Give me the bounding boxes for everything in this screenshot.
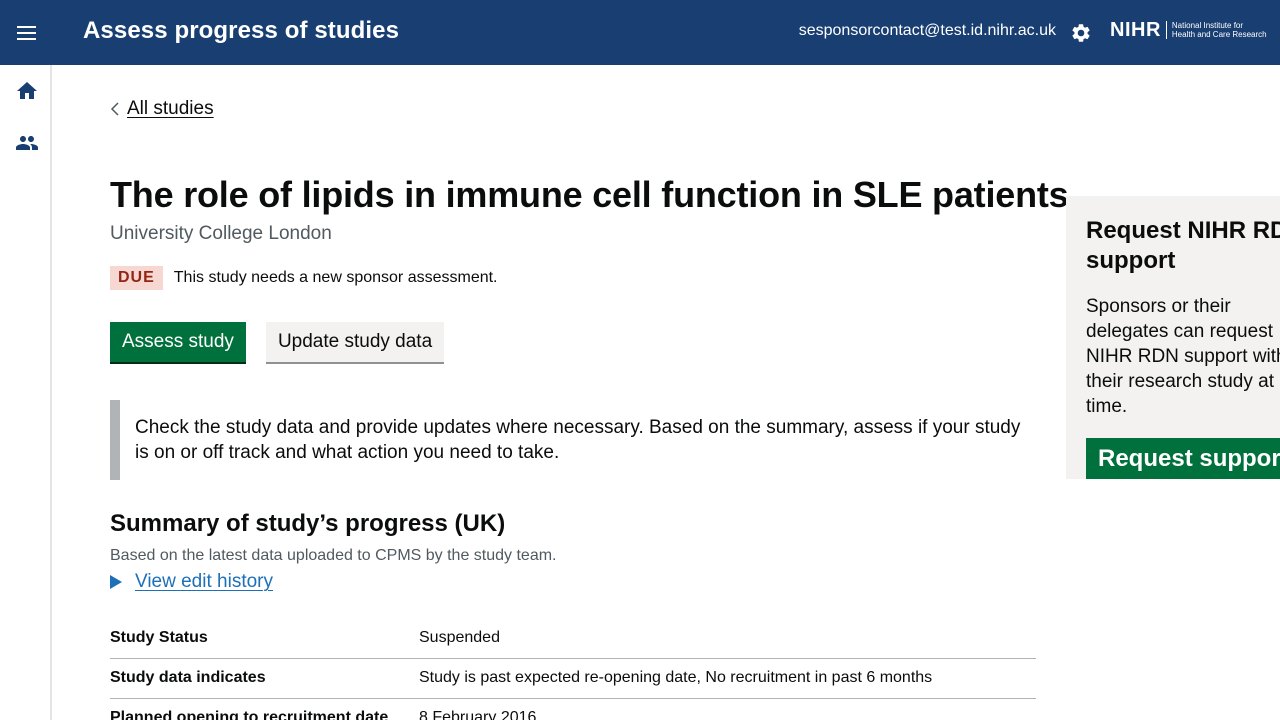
side-navigation xyxy=(0,65,52,720)
row-value: Suspended xyxy=(419,619,1036,659)
user-email: sesponsorcontact@test.id.nihr.ac.uk xyxy=(798,22,1056,39)
table-row: Study Status Suspended xyxy=(110,619,1036,659)
update-study-data-button[interactable]: Update study data xyxy=(265,322,445,362)
page-title: The role of lipids in immune cell functi… xyxy=(110,174,1069,215)
request-support-button[interactable]: Request support xyxy=(1086,438,1280,479)
logo-subtext: National Institute for Health and Care R… xyxy=(1171,21,1267,39)
menu-icon[interactable] xyxy=(14,22,40,44)
panel-heading: Request NIHR RDN support xyxy=(1086,217,1280,274)
organisation-name: University College London xyxy=(110,223,332,244)
row-key: Study data indicates xyxy=(110,658,419,699)
row-key: Planned opening to recruitment date xyxy=(110,698,419,720)
table-row: Planned opening to recruitment date 8 Fe… xyxy=(110,698,1036,720)
chevron-left-icon xyxy=(110,102,119,116)
request-support-panel: Request NIHR RDN support Sponsors or the… xyxy=(1066,196,1280,479)
nihr-logo[interactable]: NIHR National Institute for Health and C… xyxy=(1110,19,1267,41)
logo-text: NIHR xyxy=(1110,19,1161,41)
action-buttons: Assess study Update study data xyxy=(110,322,445,362)
row-value: 8 February 2016 xyxy=(419,698,1036,720)
assess-study-button[interactable]: Assess study xyxy=(110,322,246,362)
status-message: This study needs a new sponsor assessmen… xyxy=(173,269,498,286)
row-key: Study Status xyxy=(110,619,419,659)
summary-heading: Summary of study’s progress (UK) xyxy=(110,510,506,537)
triangle-right-icon xyxy=(110,575,122,589)
status-badge: DUE xyxy=(110,266,163,290)
app-title: Assess progress of studies xyxy=(83,17,400,44)
home-icon[interactable] xyxy=(15,79,39,103)
logo-divider xyxy=(1165,21,1167,39)
inset-text: Check the study data and provide updates… xyxy=(110,400,1036,480)
all-studies-link[interactable]: All studies xyxy=(127,98,214,120)
edit-history-toggle[interactable]: View edit history xyxy=(110,571,273,593)
view-edit-history-link[interactable]: View edit history xyxy=(135,571,273,593)
row-value: Study is past expected re-opening date, … xyxy=(419,658,1036,699)
summary-table: Study Status Suspended Study data indica… xyxy=(110,619,1036,720)
gear-icon[interactable] xyxy=(1070,22,1092,44)
status-row: DUE This study needs a new sponsor asses… xyxy=(110,266,498,290)
users-icon[interactable] xyxy=(15,131,39,155)
app-header: Assess progress of studies sesponsorcont… xyxy=(0,0,1280,65)
back-link[interactable]: All studies xyxy=(110,98,214,120)
summary-subheading: Based on the latest data uploaded to CPM… xyxy=(110,547,557,564)
panel-body: Sponsors or their delegates can request … xyxy=(1086,296,1280,417)
table-row: Study data indicates Study is past expec… xyxy=(110,658,1036,699)
